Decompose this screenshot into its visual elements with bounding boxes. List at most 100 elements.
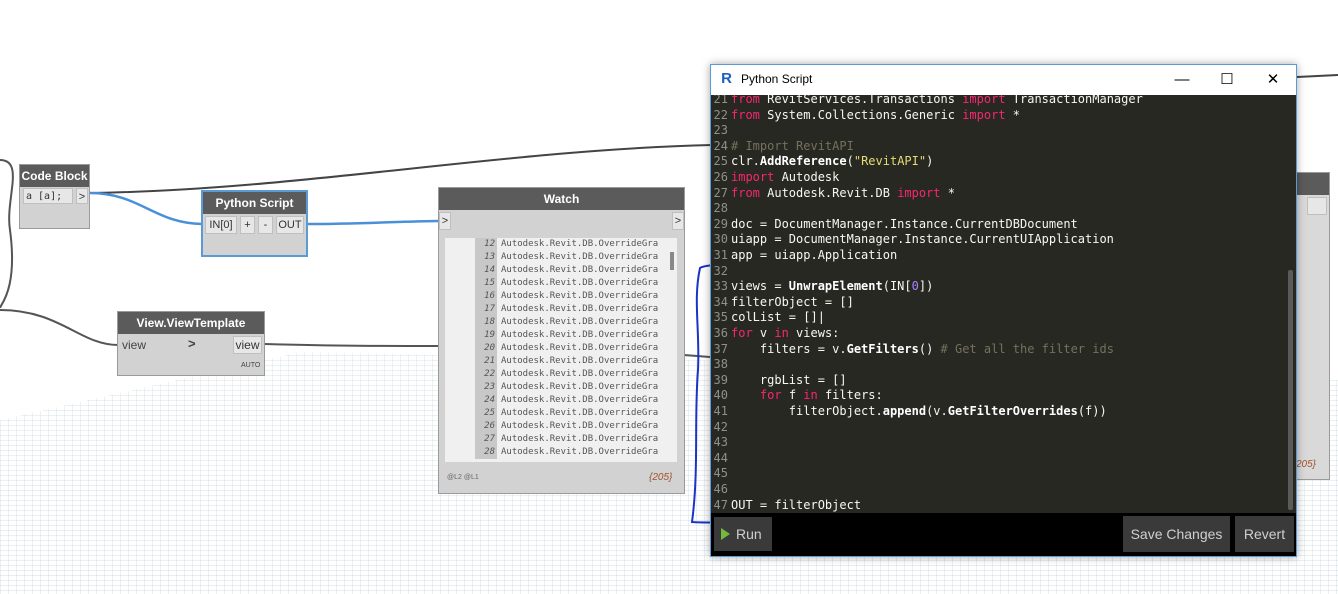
code-block-text[interactable]: a [a]; [23, 188, 73, 204]
python-script-node[interactable]: Python Script IN[0] + - OUT [201, 190, 308, 257]
watch-list-item[interactable]: 16 Autodesk.Revit.DB.OverrideGra [445, 290, 677, 303]
code-line[interactable]: 45 [711, 466, 731, 482]
code-line[interactable]: 28 [711, 201, 731, 217]
code-text: filterObject.append(v.GetFilterOverrides… [731, 404, 1107, 418]
watch-list-item[interactable]: 19 Autodesk.Revit.DB.OverrideGra [445, 329, 677, 342]
python-editor-window[interactable]: R Python Script — ☐ ✕ 21 from RevitServic… [710, 64, 1297, 557]
watch-list-item[interactable]: 15 Autodesk.Revit.DB.OverrideGra [445, 277, 677, 290]
editor-titlebar[interactable]: R Python Script — ☐ ✕ [711, 65, 1296, 95]
code-line[interactable]: 38 [711, 357, 731, 373]
line-number: 26 [713, 170, 728, 184]
watch-item-index: 22 [475, 368, 497, 381]
watch-list-item[interactable]: 22 Autodesk.Revit.DB.OverrideGra [445, 368, 677, 381]
code-line[interactable]: 47 OUT = filterObject [711, 497, 862, 513]
editor-scrollbar[interactable] [1288, 270, 1293, 510]
line-number: 43 [713, 435, 728, 450]
line-number: 21 [713, 95, 728, 106]
code-line[interactable]: 21 from RevitServices.Transactions import… [711, 95, 1143, 108]
maximize-button[interactable]: ☐ [1212, 69, 1242, 91]
watch-item-value: Autodesk.Revit.DB.OverrideGra [501, 382, 659, 392]
code-line[interactable]: 26 import Autodesk [711, 170, 840, 186]
code-editor[interactable]: 21 from RevitServices.Transactions import… [711, 95, 1296, 513]
code-line[interactable]: 25 clr.AddReference("RevitAPI") [711, 154, 934, 170]
watch-list-item[interactable]: 20 Autodesk.Revit.DB.OverrideGra [445, 342, 677, 355]
code-line[interactable]: 43 [711, 435, 731, 451]
hidden-node-port[interactable] [1307, 197, 1327, 215]
code-line[interactable]: 40 for f in filters: [711, 388, 883, 404]
line-number: 23 [713, 123, 728, 138]
code-line[interactable]: 44 [711, 451, 731, 467]
code-line[interactable]: 30 uiapp = DocumentManager.Instance.Curre… [711, 232, 1114, 248]
view-template-input-port[interactable]: view [122, 338, 146, 352]
code-text: colList = []| [731, 310, 825, 325]
code-block-node[interactable]: Code Block a [a]; > [19, 164, 90, 229]
python-node-title: Python Script [203, 192, 306, 214]
view-template-node[interactable]: View.ViewTemplate view > view AUTO [117, 311, 265, 376]
code-line[interactable]: 39 rgbList = [] [711, 373, 847, 389]
view-template-output-port[interactable]: view [233, 336, 262, 354]
run-button[interactable]: Run [714, 517, 772, 551]
watch-list-item[interactable]: 28 Autodesk.Revit.DB.OverrideGra [445, 446, 677, 459]
watch-item-value: Autodesk.Revit.DB.OverrideGra [501, 291, 659, 301]
watch-list-item[interactable]: 21 Autodesk.Revit.DB.OverrideGra [445, 355, 677, 368]
code-line[interactable]: 23 [711, 123, 731, 139]
watch-input-port[interactable]: > [439, 212, 451, 230]
watch-item-value: Autodesk.Revit.DB.OverrideGra [501, 278, 659, 288]
graph-canvas[interactable]: Code Block a [a]; > Python Script IN[0] … [0, 0, 1338, 594]
minimize-button[interactable]: — [1167, 69, 1197, 91]
watch-item-index: 21 [475, 355, 497, 368]
python-node-input-port[interactable]: IN[0] [205, 216, 237, 234]
view-input-arrow-icon: > [188, 336, 196, 351]
watch-list-item[interactable]: 26 Autodesk.Revit.DB.OverrideGra [445, 420, 677, 433]
code-line[interactable]: 22 from System.Collections.Generic import… [711, 108, 1020, 124]
watch-item-index: 28 [475, 446, 497, 459]
code-text: from Autodesk.Revit.DB import * [731, 185, 955, 200]
watch-list-item[interactable]: 17 Autodesk.Revit.DB.OverrideGra [445, 303, 677, 316]
watch-scrollbar[interactable] [670, 252, 674, 270]
code-text: OUT = filterObject [731, 497, 862, 512]
revert-button[interactable]: Revert [1235, 516, 1294, 552]
remove-input-button[interactable]: - [258, 216, 273, 234]
python-node-output-port[interactable]: OUT [276, 216, 304, 234]
code-line[interactable]: 34 filterObject = [] [711, 295, 854, 311]
watch-list-item[interactable]: 14 Autodesk.Revit.DB.OverrideGra [445, 264, 677, 277]
watch-list-item[interactable]: 18 Autodesk.Revit.DB.OverrideGra [445, 316, 677, 329]
code-line[interactable]: 41 filterObject.append(v.GetFilterOverri… [711, 404, 1107, 420]
code-line[interactable]: 37 filters = v.GetFilters() # Get all th… [711, 342, 1114, 358]
watch-item-index: 16 [475, 290, 497, 303]
watch-item-index: 14 [475, 264, 497, 277]
watch-output-port[interactable]: > [672, 212, 684, 230]
code-line[interactable]: 24 # Import RevitAPI [711, 139, 854, 155]
code-line[interactable]: 42 [711, 420, 731, 436]
code-line[interactable]: 31 app = uiapp.Application [711, 248, 898, 264]
run-play-icon [721, 528, 730, 540]
watch-list-item[interactable]: 25 Autodesk.Revit.DB.OverrideGra [445, 407, 677, 420]
watch-list-item[interactable]: 12 Autodesk.Revit.DB.OverrideGra [445, 238, 677, 251]
code-line[interactable]: 36 for v in views: [711, 326, 840, 342]
watch-list-item[interactable]: 27 Autodesk.Revit.DB.OverrideGra [445, 433, 677, 446]
add-input-button[interactable]: + [240, 216, 255, 234]
view-template-title: View.ViewTemplate [118, 312, 264, 334]
code-line[interactable]: 29 doc = DocumentManager.Instance.Current… [711, 217, 1078, 233]
watch-list[interactable]: 12 Autodesk.Revit.DB.OverrideGra 13 Autodes… [445, 238, 677, 462]
watch-item-value: Autodesk.Revit.DB.OverrideGra [501, 447, 659, 457]
close-button[interactable]: ✕ [1258, 69, 1288, 91]
watch-list-item[interactable]: 24 Autodesk.Revit.DB.OverrideGra [445, 394, 677, 407]
code-line[interactable]: 27 from Autodesk.Revit.DB import * [711, 186, 955, 202]
watch-list-item[interactable]: 13 Autodesk.Revit.DB.OverrideGra [445, 251, 677, 264]
code-line[interactable]: 35 colList = []| [711, 310, 825, 326]
line-number: 29 [713, 216, 728, 231]
code-line[interactable]: 46 [711, 482, 731, 498]
watch-item-index: 27 [475, 433, 497, 446]
code-block-output-port[interactable]: > [76, 188, 88, 204]
watch-list-item[interactable]: 23 Autodesk.Revit.DB.OverrideGra [445, 381, 677, 394]
code-text: doc = DocumentManager.Instance.CurrentDB… [731, 216, 1078, 231]
save-changes-button[interactable]: Save Changes [1123, 516, 1230, 552]
watch-item-index: 25 [475, 407, 497, 420]
code-line[interactable]: 32 [711, 264, 731, 280]
watch-node[interactable]: Watch > > 12 Autodesk.Revit.DB.OverrideGr… [438, 187, 685, 494]
watch-title: Watch [439, 188, 684, 210]
code-line[interactable]: 33 views = UnwrapElement(IN[0]) [711, 279, 934, 295]
code-text: views = UnwrapElement(IN[0]) [731, 279, 934, 294]
